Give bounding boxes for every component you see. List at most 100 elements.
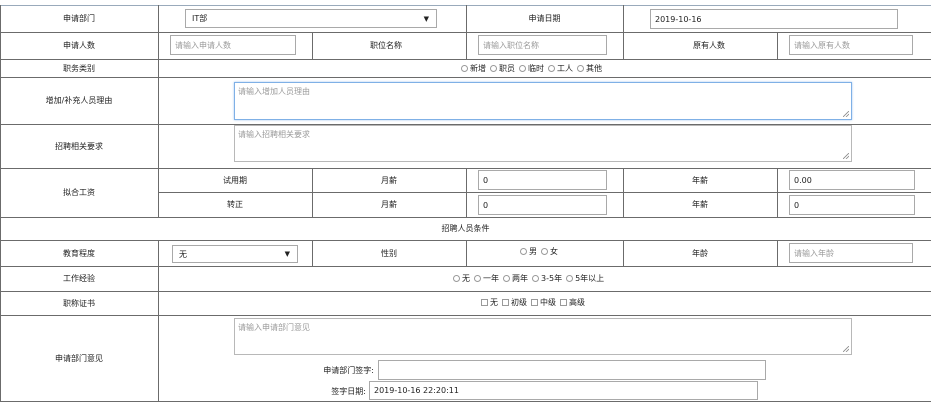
category-option[interactable]: 新增 [461,63,486,74]
option-label: 工人 [557,63,573,73]
conditions-heading: 招聘人员条件 [441,224,490,233]
education-select-value: 无 [179,249,187,259]
radio-icon[interactable] [566,274,574,282]
resize-grip-icon[interactable] [843,111,849,117]
signature-input[interactable] [378,360,766,380]
trial-annual-input[interactable]: 0.00 [789,170,915,190]
radio-icon[interactable] [548,64,555,72]
opinion-label: 申请部门意见 [55,353,103,363]
gender-options: 男 女 [520,245,558,257]
category-option[interactable]: 其他 [577,63,602,74]
radio-icon[interactable] [461,64,468,72]
reason-textarea[interactable]: 请输入增加人员理由 [234,82,852,120]
radio-icon[interactable] [541,247,548,255]
gender-option-female[interactable]: 女 [541,246,558,257]
trial-monthly-label: 月薪 [381,175,397,185]
option-label: 初级 [511,297,527,307]
experience-label: 工作经验 [63,274,95,283]
option-label: 女 [550,246,558,256]
sign-date-label: 签字日期: [331,386,366,396]
regular-monthly-input[interactable]: 0 [478,195,607,215]
category-options: 新增 职员 临时 工人 其他 [461,61,602,75]
resize-grip-icon[interactable] [843,346,849,352]
reason-placeholder: 请输入增加人员理由 [238,87,310,96]
radio-icon[interactable] [532,274,539,282]
category-option[interactable]: 临时 [519,63,544,74]
requirements-textarea[interactable]: 请输入招聘相关要求 [234,125,852,162]
experience-options: 无 一年 两年 3-5年 5年以上 [453,272,604,284]
position-label: 职位名称 [370,41,402,50]
option-label: 中级 [540,297,556,307]
signature-label: 申请部门签字: [323,365,374,375]
trial-annual-label: 年薪 [692,175,708,185]
regular-monthly-label: 月薪 [381,200,397,209]
salary-label: 拟合工资 [63,188,95,197]
requirements-label: 招聘相关要求 [55,141,103,151]
chevron-down-icon: ▼ [284,250,290,258]
apply-date-input[interactable]: 2019-10-16 [650,9,898,29]
radio-icon[interactable] [503,274,510,282]
radio-icon[interactable] [490,64,497,72]
option-label: 3-5年 [541,273,563,283]
category-option[interactable]: 工人 [548,63,573,74]
category-label: 职务类别 [63,63,95,73]
checkbox-icon[interactable] [481,298,488,306]
option-label: 无 [462,273,470,283]
option-label: 高级 [569,297,585,307]
apply-date-label: 申请日期 [528,14,561,23]
regular-annual-input[interactable]: 0 [789,195,915,215]
option-label: 无 [490,297,498,307]
age-label: 年龄 [692,248,708,258]
certificate-option[interactable]: 中级 [531,297,556,308]
certificate-options: 无 初级 中级 高级 [481,296,585,308]
resize-grip-icon[interactable] [843,153,849,159]
certificate-option[interactable]: 高级 [560,297,585,308]
dept-label: 申请部门 [63,14,95,23]
radio-icon[interactable] [453,274,460,282]
checkbox-icon[interactable] [560,298,567,306]
requirements-placeholder: 请输入招聘相关要求 [238,130,310,139]
trial-monthly-input[interactable]: 0 [478,170,607,190]
education-label: 教育程度 [63,248,95,258]
certificate-label: 职称证书 [63,298,95,308]
gender-label: 性别 [381,248,397,258]
existing-label: 原有人数 [693,41,725,50]
opinion-textarea[interactable]: 请输入申请部门意见 [234,318,852,355]
option-label: 其他 [586,63,602,73]
certificate-option[interactable]: 初级 [502,297,527,308]
option-label: 两年 [512,273,528,283]
applicants-input[interactable]: 请输入申请人数 [170,35,296,55]
position-input[interactable]: 请输入职位名称 [478,35,607,55]
dept-select[interactable]: IT部 ▼ [185,9,437,28]
gender-option-male[interactable]: 男 [520,246,537,257]
chevron-down-icon: ▼ [423,14,429,23]
radio-icon[interactable] [519,64,526,72]
option-label: 一年 [483,273,499,283]
regular-label: 转正 [227,200,243,209]
option-label: 职员 [499,63,515,73]
option-label: 男 [529,246,537,256]
opinion-placeholder: 请输入申请部门意见 [238,323,310,332]
category-option[interactable]: 职员 [490,63,515,74]
experience-option[interactable]: 两年 [503,273,528,284]
checkbox-icon[interactable] [502,298,509,306]
radio-icon[interactable] [474,274,481,282]
certificate-option[interactable]: 无 [481,297,498,308]
existing-input[interactable]: 请输入原有人数 [789,35,913,55]
regular-annual-label: 年薪 [692,200,708,209]
checkbox-icon[interactable] [531,298,538,306]
experience-option[interactable]: 5年以上 [566,273,604,284]
sign-date-input[interactable]: 2019-10-16 22:20:11 [369,381,758,400]
option-label: 临时 [528,63,544,73]
radio-icon[interactable] [520,247,527,255]
experience-option[interactable]: 3-5年 [532,273,562,284]
trial-label: 试用期 [223,175,247,185]
education-select[interactable]: 无 ▼ [172,245,298,263]
age-input[interactable]: 请输入年龄 [789,243,913,263]
experience-option[interactable]: 一年 [474,273,499,284]
radio-icon[interactable] [577,64,584,72]
applicants-label: 申请人数 [63,41,95,50]
experience-option[interactable]: 无 [453,273,470,284]
dept-select-value: IT部 [192,14,208,23]
option-label: 新增 [470,63,486,73]
